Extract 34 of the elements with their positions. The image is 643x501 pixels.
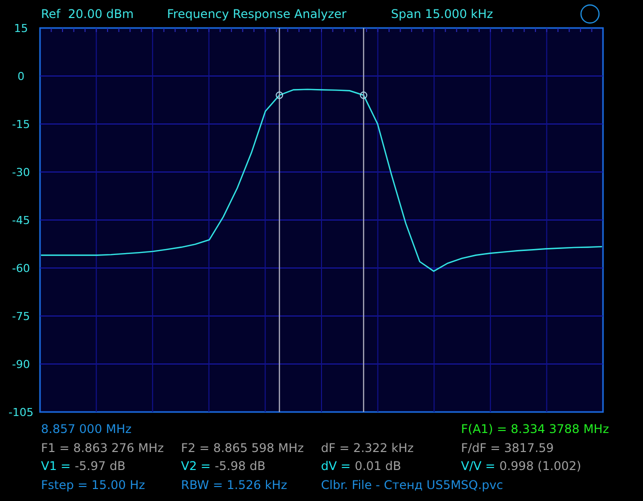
marker-line[interactable]: [362, 28, 364, 412]
reading-label: V/V =: [461, 458, 496, 475]
reading-text: F/dF = 3817.59: [461, 440, 554, 456]
y-tick-label: -90: [12, 358, 30, 371]
center-frequency: 8.857 000 MHz: [41, 421, 133, 438]
reading-value: 0.01 dB: [354, 458, 402, 475]
reading-text: dF = 2.322 kHz: [321, 440, 414, 456]
marker-point: [276, 92, 284, 99]
y-tick-label: 0: [18, 70, 24, 83]
marker-frequency: F(A1) = 8.334 3788 MHz: [461, 421, 610, 438]
y-tick-label: -30: [12, 166, 30, 179]
setting-text: Clbr. File - Стенд US5MSQ.pvc: [321, 476, 504, 494]
y-tick-label: -45: [12, 214, 30, 227]
reading-value: -5.98 dB: [214, 458, 266, 475]
reference-level: Ref 20.00 dBm: [41, 7, 135, 21]
y-tick-label: -105: [8, 406, 34, 419]
setting-text: RBW = 1.526 kHz: [181, 476, 288, 494]
reading-value: 0.998 (1.002): [499, 458, 582, 475]
reading-text: F2 = 8.865 598 MHz: [181, 440, 304, 456]
y-tick-label: -75: [12, 310, 30, 323]
marker-line[interactable]: [278, 28, 280, 412]
reading-label: V2 =: [181, 458, 211, 475]
y-tick-label: 15: [14, 22, 28, 35]
reading-label: dV =: [321, 458, 351, 475]
circle-icon: [580, 4, 600, 24]
setting-text: Fstep = 15.00 Hz: [41, 476, 146, 494]
span-label: Span 15.000 kHz: [391, 7, 494, 21]
marker-point: [360, 92, 368, 99]
reading-text: F1 = 8.863 276 MHz: [41, 440, 164, 456]
analyzer-title: Frequency Response Analyzer: [167, 7, 348, 21]
reading-label: V1 =: [41, 458, 71, 475]
reading-value: -5.97 dB: [74, 458, 126, 475]
y-tick-label: -60: [12, 262, 30, 275]
y-tick-label: -15: [12, 118, 30, 131]
